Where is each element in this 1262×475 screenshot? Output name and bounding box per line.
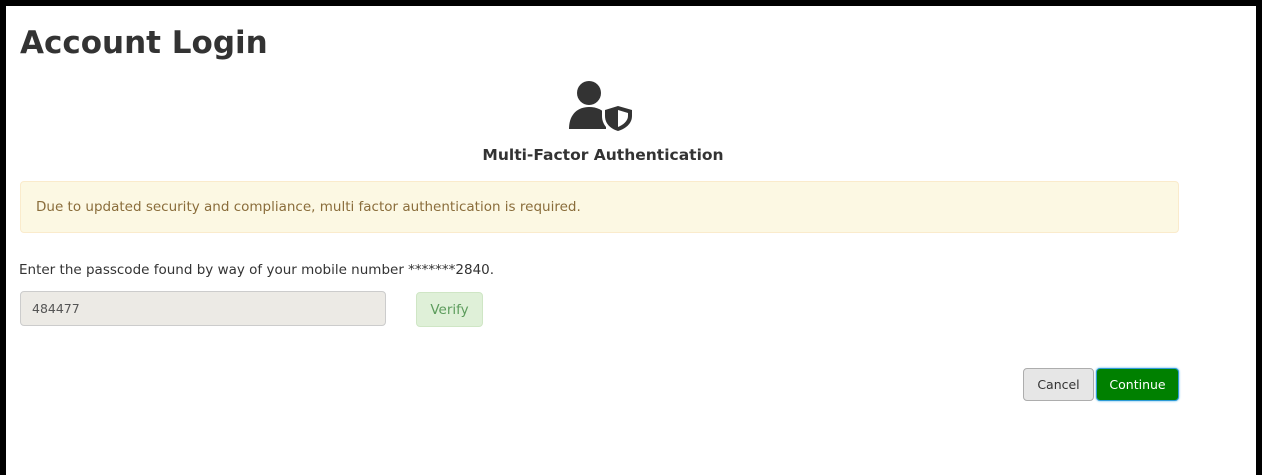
mfa-heading: Multi-Factor Authentication: [482, 146, 724, 164]
login-frame: Account Login Multi-Factor Authenticatio…: [6, 6, 1256, 475]
cancel-button[interactable]: Cancel: [1023, 368, 1094, 401]
user-shield-icon: [566, 76, 634, 132]
verify-button[interactable]: Verify: [416, 292, 483, 327]
page-title: Account Login: [20, 25, 268, 61]
security-alert: Due to updated security and compliance, …: [20, 181, 1179, 233]
passcode-input[interactable]: [20, 291, 386, 326]
passcode-instructions: Enter the passcode found by way of your …: [19, 262, 495, 278]
continue-button[interactable]: Continue: [1096, 368, 1179, 401]
